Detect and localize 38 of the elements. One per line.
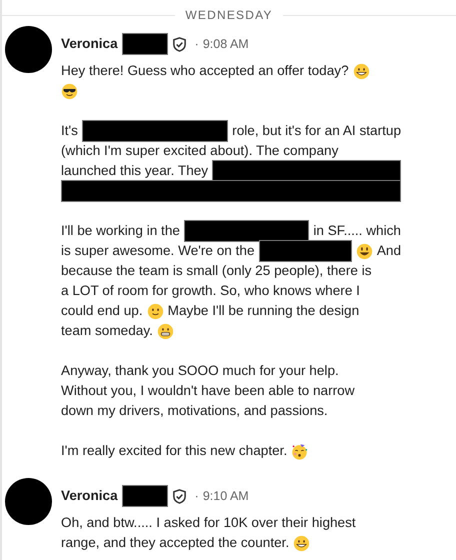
message-text: in SF..... which	[313, 222, 401, 240]
slight-smile-face-icon	[146, 302, 164, 320]
message-text: (which I'm super excited about). The company	[61, 142, 338, 160]
message-text: role, but it's for an AI startup	[232, 122, 401, 140]
message-text: Oh, and btw..... I asked for 10K over their highest	[61, 514, 356, 532]
message-text: because the team is small (only 25 people), there is	[61, 262, 372, 280]
separator-dot: ·	[194, 488, 199, 505]
day-divider-label: WEDNESDAY	[184, 9, 274, 21]
message-text: team someday.	[61, 322, 153, 340]
message-text: is super awesome. We're on the	[61, 242, 255, 260]
message-text: a LOT of room for growth. So, who knows where I	[61, 282, 360, 300]
message-text: I'm really excited for this new chapter.	[61, 442, 288, 460]
message-text: Maybe I'll be running the design	[168, 302, 360, 320]
avatar	[5, 478, 52, 525]
message-text: Hey there! Guess who accepted an offer today?	[61, 62, 349, 80]
message-time: 9:08 AM	[202, 36, 249, 53]
avatar	[5, 26, 52, 73]
grinning-face-icon	[293, 534, 310, 552]
message-time: 9:10 AM	[202, 488, 249, 505]
message-text: launched this year. They	[61, 162, 208, 180]
message-text: I'll be working in the	[61, 222, 180, 240]
message-text: could end up.	[61, 302, 143, 320]
message-text: And	[376, 242, 401, 260]
message-text: range, and they accepted the counter.	[61, 534, 290, 552]
separator-dot: ·	[194, 36, 199, 53]
message-text: Without you, I wouldn't have been able to narrow	[61, 382, 355, 400]
message-text: It's	[61, 122, 78, 140]
message-text: Anyway, thank you SOOO much for your help.	[61, 362, 339, 380]
grimacing-face-icon	[156, 322, 174, 340]
redaction-bar	[122, 33, 168, 55]
sender-name: Veronica	[61, 486, 118, 505]
grinning-face-icon	[352, 62, 370, 80]
party-face-icon	[291, 442, 308, 460]
message-text: down my drivers, motivations, and passions.	[61, 402, 328, 420]
smiling-face-icon	[356, 242, 373, 260]
redaction-bar	[122, 485, 168, 507]
sunglasses-face-icon	[61, 82, 78, 100]
sender-name: Veronica	[61, 34, 118, 53]
